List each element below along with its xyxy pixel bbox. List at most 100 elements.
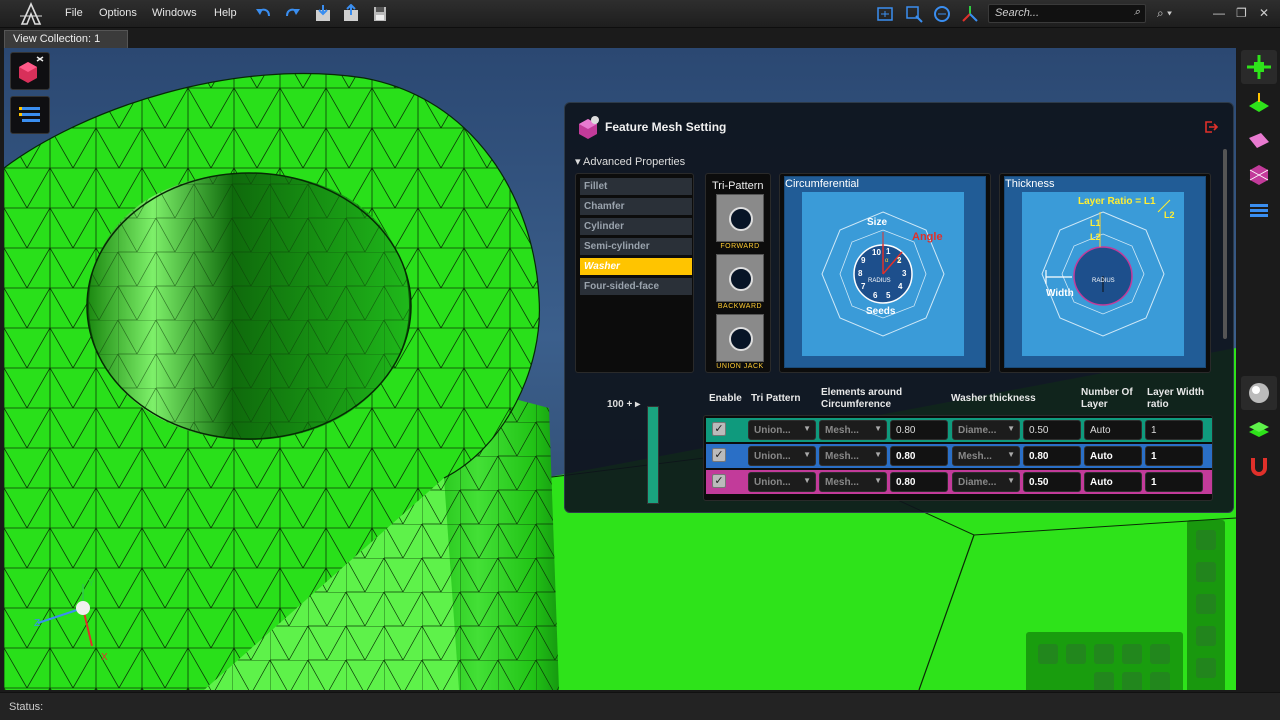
washer-mode-select[interactable]: Diame... ▼ <box>952 420 1020 440</box>
feature-item-chamfer[interactable]: Chamfer <box>580 198 692 215</box>
elements-mode-select[interactable]: Mesh... ▼ <box>819 446 887 466</box>
view-front-icon[interactable] <box>1196 562 1216 582</box>
list-icon <box>1250 204 1268 217</box>
gear-icon[interactable] <box>1066 644 1086 664</box>
exit-icon[interactable] <box>1203 119 1219 135</box>
play-icon: ▸ <box>635 399 641 410</box>
shading-button[interactable] <box>1241 376 1277 410</box>
layer-ratio-input[interactable]: 1 <box>1145 472 1203 492</box>
layer-ratio-input[interactable]: 1 <box>1145 420 1203 440</box>
layer-count-input[interactable]: Auto <box>1084 472 1142 492</box>
axes-icon[interactable] <box>960 4 980 24</box>
minimize-icon[interactable]: — <box>1213 6 1225 20</box>
tri-pattern-label: Tri-Pattern <box>712 180 764 192</box>
seed-number: 4 <box>898 282 903 291</box>
washer-value-input[interactable]: 0.80 <box>1023 446 1081 466</box>
layer-ratio-l2: L2 <box>1164 210 1175 220</box>
enable-checkbox[interactable]: ✓ <box>712 448 726 462</box>
enable-checkbox[interactable]: ✓ <box>712 422 726 436</box>
layer-ratio-input[interactable]: 1 <box>1145 446 1203 466</box>
menu-windows[interactable]: Windows <box>152 7 197 19</box>
chevron-down-icon: ▼ <box>1007 450 1015 459</box>
model-tree-button[interactable] <box>10 96 50 134</box>
washer-mode-select[interactable]: Diame... ▼ <box>952 472 1020 492</box>
plane-tool-button[interactable] <box>1241 88 1277 122</box>
elements-value-input[interactable]: 0.80 <box>890 420 948 440</box>
tab-bar: View Collection: 1 <box>0 28 1280 48</box>
layers-button[interactable] <box>1241 412 1277 446</box>
tab-view-collection[interactable]: View Collection: 1 <box>4 30 128 48</box>
panel-scrollbar[interactable] <box>1223 149 1227 339</box>
slider-value-label: 100 + ▸ <box>607 399 640 410</box>
solid-cube-icon[interactable] <box>1150 672 1170 690</box>
mesh-tool-button[interactable] <box>1241 158 1277 192</box>
seed-number: 1 <box>886 247 891 256</box>
ruler-icon[interactable] <box>1122 644 1142 664</box>
magnet-button[interactable] <box>1241 448 1277 482</box>
zoom-window-icon[interactable] <box>904 4 924 24</box>
menu-help[interactable]: Help <box>214 7 237 19</box>
fit-view-icon[interactable] <box>875 4 895 24</box>
wire-cube-icon[interactable] <box>1122 672 1142 690</box>
measure-icon[interactable] <box>1038 644 1058 664</box>
washer-mode-select[interactable]: Mesh... ▼ <box>952 446 1020 466</box>
tri-pattern-select[interactable]: Union... ▼ <box>748 472 816 492</box>
sphere-icon[interactable] <box>1094 644 1114 664</box>
advanced-properties-toggle[interactable]: ▾ Advanced Properties <box>575 155 685 168</box>
move-tool-button[interactable] <box>1241 50 1277 84</box>
header-circumference: Circumference <box>821 399 892 410</box>
view-top-icon[interactable] <box>1196 530 1216 550</box>
washer-value-input[interactable]: 0.50 <box>1023 472 1081 492</box>
l2-label: L2 <box>1090 232 1101 242</box>
close-icon[interactable]: ✕ <box>1259 6 1269 20</box>
layer-count-input[interactable]: Auto <box>1084 420 1142 440</box>
rotate-icon[interactable] <box>932 4 952 24</box>
pattern-forward-option[interactable] <box>716 194 764 242</box>
save-icon[interactable] <box>370 4 390 24</box>
thickness-label: Thickness <box>1005 178 1055 190</box>
search-options-icon[interactable]: ⌕ ▾ <box>1157 6 1172 21</box>
feature-item-four-sided-face[interactable]: Four-sided-face <box>580 278 692 295</box>
surface-tool-button[interactable] <box>1241 124 1277 158</box>
3d-viewport[interactable]: Y X Z Feature Mesh Setting ▾ Advanced Pr… <box>4 48 1236 690</box>
pattern-backward-option[interactable] <box>716 254 764 302</box>
search-icon[interactable]: ⌕ <box>1134 6 1140 19</box>
feature-item-semi-cylinder[interactable]: Semi-cylinder <box>580 238 692 255</box>
elements-mode-select[interactable]: Mesh... ▼ <box>819 472 887 492</box>
restore-icon[interactable]: ❐ <box>1236 6 1247 20</box>
view-cube-toggle-button[interactable] <box>10 52 50 90</box>
layer-count-input[interactable]: Auto <box>1084 446 1142 466</box>
tri-pattern-value: Union... <box>754 451 791 462</box>
feature-item-fillet[interactable]: Fillet <box>580 178 692 195</box>
feature-item-washer[interactable]: Washer <box>580 258 692 275</box>
seeds-label: Seeds <box>866 306 896 317</box>
menu-file[interactable]: File <box>65 7 83 19</box>
mesh-slider[interactable] <box>647 406 659 504</box>
elements-value-input[interactable]: 0.80 <box>890 446 948 466</box>
elements-value-input[interactable]: 0.80 <box>890 472 948 492</box>
view-side-icon[interactable] <box>1196 594 1216 614</box>
export-icon[interactable] <box>341 4 361 24</box>
view-custom-icon[interactable] <box>1196 658 1216 678</box>
tri-pattern-select[interactable]: Union... ▼ <box>748 420 816 440</box>
chevron-down-icon: ▼ <box>874 476 882 485</box>
tri-pattern-select[interactable]: Union... ▼ <box>748 446 816 466</box>
shaded-cube-icon[interactable] <box>1094 672 1114 690</box>
pattern-union-jack-option[interactable] <box>716 314 764 362</box>
search-input[interactable]: Search... ⌕ <box>988 4 1146 23</box>
redo-icon[interactable] <box>282 4 302 24</box>
washer-value-input[interactable]: 0.50 <box>1023 420 1081 440</box>
undo-icon[interactable] <box>254 4 274 24</box>
washer-mode-value: Mesh... <box>958 451 992 462</box>
import-icon[interactable] <box>313 4 333 24</box>
list-tool-button[interactable] <box>1241 194 1277 228</box>
point-icon[interactable] <box>1150 644 1170 664</box>
view-iso-icon[interactable] <box>1196 626 1216 646</box>
enable-checkbox[interactable]: ✓ <box>712 474 726 488</box>
feature-item-cylinder[interactable]: Cylinder <box>580 218 692 235</box>
menu-options[interactable]: Options <box>99 7 137 19</box>
header-elements-around: Elements around <box>821 387 903 398</box>
app-logo-icon[interactable] <box>18 2 44 26</box>
elements-mode-select[interactable]: Mesh... ▼ <box>819 420 887 440</box>
title-bar: File Options Windows Help Search... ⌕ ⌕ ▾… <box>0 0 1280 28</box>
